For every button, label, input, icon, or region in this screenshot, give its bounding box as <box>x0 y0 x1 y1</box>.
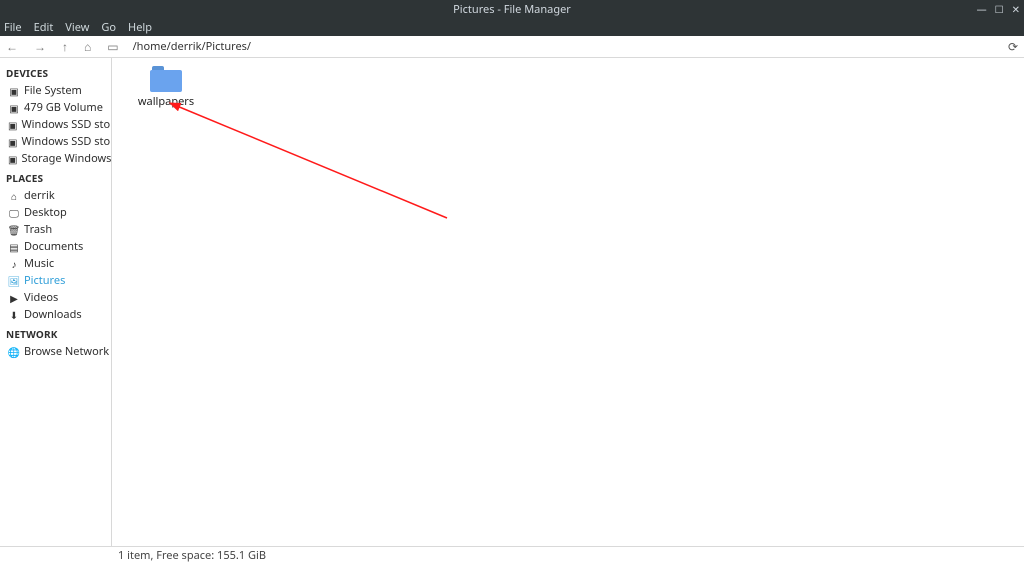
back-icon[interactable]: ← <box>6 38 18 55</box>
music-icon: ♪ <box>8 257 20 271</box>
window-controls: — ☐ ✕ <box>977 2 1020 16</box>
sidebar-item-label: Pictures <box>24 273 65 288</box>
sidebar-item-label: Documents <box>24 239 83 254</box>
drive-icon: ▣ <box>8 152 17 166</box>
sidebar-item-label: Windows SSD storage <box>21 134 112 149</box>
sidebar-item-label: derrik <box>24 188 55 203</box>
menu-edit[interactable]: Edit <box>34 20 54 35</box>
sidebar-item-label: Windows SSD storage 2 <box>21 117 112 132</box>
folder-item-wallpapers[interactable]: wallpapers <box>132 66 200 109</box>
sidebar-item-label: 479 GB Volume <box>24 100 103 115</box>
sidebar-item-label: Desktop <box>24 205 67 220</box>
folder-icon <box>150 66 182 92</box>
sidebar-item-label: Downloads <box>24 307 82 322</box>
drive-icon: ▣ <box>8 135 17 149</box>
sidebar-item-music[interactable]: ♪ Music <box>2 255 111 272</box>
globe-icon: 🌐 <box>8 345 20 359</box>
forward-icon[interactable]: → <box>34 38 46 55</box>
menu-help[interactable]: Help <box>128 20 152 35</box>
sidebar-item-filesystem[interactable]: ▣ File System <box>2 82 111 99</box>
sidebar-header-devices: DEVICES <box>2 62 111 82</box>
sidebar-item-winssd2[interactable]: ▣ Windows SSD storage 2 <box>2 116 111 133</box>
sidebar-header-network: NETWORK <box>2 323 111 343</box>
sidebar-item-label: Storage Windows <box>21 151 111 166</box>
menu-go[interactable]: Go <box>101 20 116 35</box>
sidebar-item-label: Trash <box>24 222 52 237</box>
sidebar-item-storagewin[interactable]: ▣ Storage Windows <box>2 150 111 167</box>
folder-label: wallpapers <box>132 94 200 109</box>
picture-icon: 🖼 <box>8 274 20 288</box>
toolbar: ← → ↑ ⌂ ▭ /home/derrik/Pictures/ ⟳ <box>0 36 1024 58</box>
maximize-icon[interactable]: ☐ <box>995 2 1004 16</box>
main-area: DEVICES ▣File System ▣479 GB Volume ▣Win… <box>0 58 1024 546</box>
drive-icon: ▣ <box>8 118 17 132</box>
path-mode-icon[interactable]: ▭ <box>107 38 118 55</box>
sidebar-item-volume[interactable]: ▣ 479 GB Volume <box>2 99 111 116</box>
drive-icon: ▣ <box>8 101 20 115</box>
nav-buttons: ← → ↑ ⌂ ▭ <box>6 38 119 55</box>
home-icon: ⌂ <box>8 189 20 203</box>
sidebar-item-desktop[interactable]: 🖵 Desktop <box>2 204 111 221</box>
sidebar-item-label: Music <box>24 256 54 271</box>
drive-icon: ▣ <box>8 84 20 98</box>
video-icon: ▶ <box>8 291 20 305</box>
file-view[interactable]: wallpapers <box>112 58 1024 546</box>
status-text: 1 item, Free space: 155.1 GiB <box>118 548 266 563</box>
sidebar-item-downloads[interactable]: ⬇ Downloads <box>2 306 111 323</box>
title-bar: Pictures - File Manager — ☐ ✕ <box>0 0 1024 18</box>
close-icon[interactable]: ✕ <box>1012 2 1020 16</box>
menu-file[interactable]: File <box>4 20 22 35</box>
download-icon: ⬇ <box>8 308 20 322</box>
sidebar-item-winssd[interactable]: ▣ Windows SSD storage <box>2 133 111 150</box>
desktop-icon: 🖵 <box>8 206 20 220</box>
sidebar-item-videos[interactable]: ▶ Videos <box>2 289 111 306</box>
document-icon: ▤ <box>8 240 20 254</box>
sidebar-item-browse-network[interactable]: 🌐 Browse Network <box>2 343 111 360</box>
annotation-arrow <box>167 98 457 238</box>
path-display[interactable]: /home/derrik/Pictures/ <box>133 39 994 54</box>
sidebar: DEVICES ▣File System ▣479 GB Volume ▣Win… <box>0 58 112 546</box>
menu-view[interactable]: View <box>65 20 89 35</box>
sidebar-item-label: Browse Network <box>24 344 109 359</box>
sidebar-item-documents[interactable]: ▤ Documents <box>2 238 111 255</box>
menu-bar: File Edit View Go Help <box>0 18 1024 36</box>
sidebar-item-label: Videos <box>24 290 58 305</box>
reload-icon[interactable]: ⟳ <box>1008 38 1018 55</box>
sidebar-item-pictures[interactable]: 🖼 Pictures <box>2 272 111 289</box>
up-icon[interactable]: ↑ <box>62 38 68 55</box>
minimize-icon[interactable]: — <box>977 2 987 16</box>
home-icon[interactable]: ⌂ <box>84 38 91 55</box>
sidebar-item-home[interactable]: ⌂ derrik <box>2 187 111 204</box>
sidebar-item-trash[interactable]: 🗑 Trash <box>2 221 111 238</box>
sidebar-item-label: File System <box>24 83 82 98</box>
trash-icon: 🗑 <box>8 223 20 237</box>
status-bar: 1 item, Free space: 155.1 GiB <box>0 546 1024 564</box>
window-title: Pictures - File Manager <box>453 2 571 17</box>
sidebar-header-places: PLACES <box>2 167 111 187</box>
